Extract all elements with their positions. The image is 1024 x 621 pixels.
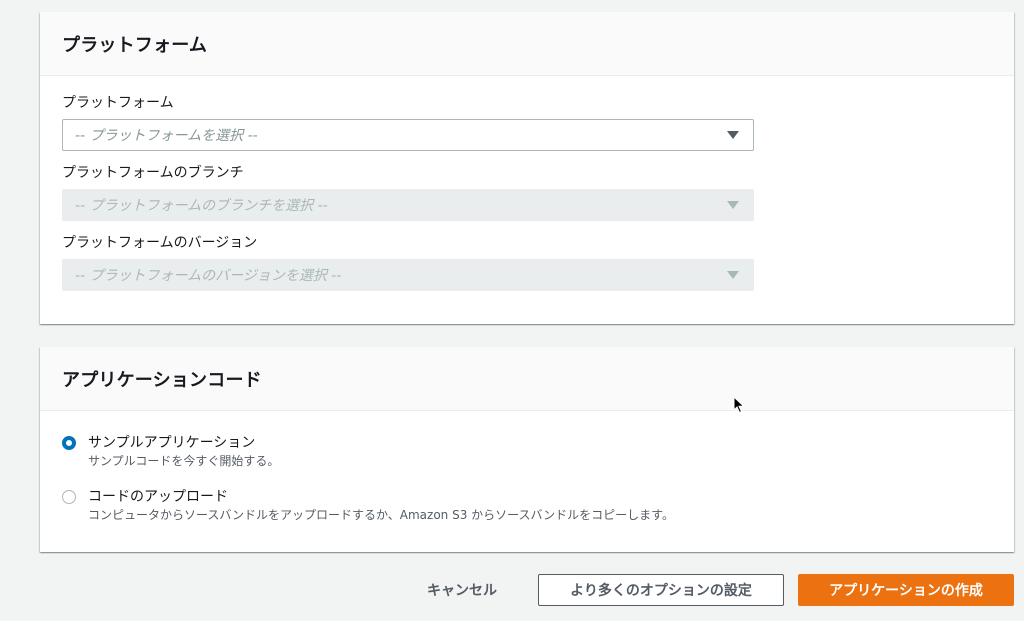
platform-version-select-placeholder: -- プラットフォームのバージョンを選択 -- (75, 268, 342, 284)
radio-option-upload-code[interactable]: コードのアップロード コンピュータからソースバンドルをアップロードするか、Ama… (62, 487, 674, 524)
caret-down-icon (727, 201, 739, 209)
platform-branch-label: プラットフォームのブランチ (62, 165, 244, 181)
platform-version-select: -- プラットフォームのバージョンを選択 -- (62, 259, 754, 291)
platform-select-placeholder: -- プラットフォームを選択 -- (75, 128, 258, 144)
platform-panel-title: プラットフォーム (40, 12, 1014, 76)
create-application-button[interactable]: アプリケーションの作成 (798, 574, 1014, 606)
radio-button-unselected[interactable] (62, 490, 76, 504)
cancel-button[interactable]: キャンセル (406, 574, 518, 606)
application-code-panel: アプリケーションコード サンプルアプリケーション サンプルコードを今すぐ開始する… (40, 347, 1014, 552)
platform-select[interactable]: -- プラットフォームを選択 -- (62, 119, 754, 151)
radio-option-description: コンピュータからソースバンドルをアップロードするか、Amazon S3 からソー… (88, 508, 674, 522)
application-code-panel-title: アプリケーションコード (40, 347, 1014, 411)
platform-branch-select-placeholder: -- プラットフォームのブランチを選択 -- (75, 198, 328, 214)
platform-panel: プラットフォーム プラットフォーム -- プラットフォームを選択 -- プラット… (40, 12, 1014, 324)
radio-option-title: サンプルアプリケーション (88, 435, 256, 451)
caret-down-icon (727, 131, 739, 139)
platform-version-label: プラットフォームのバージョン (62, 235, 258, 251)
configure-more-options-button[interactable]: より多くのオプションの設定 (538, 574, 784, 606)
caret-down-icon (727, 271, 739, 279)
radio-option-title: コードのアップロード (88, 489, 228, 505)
platform-branch-select: -- プラットフォームのブランチを選択 -- (62, 189, 754, 221)
radio-button-selected[interactable] (62, 436, 76, 450)
radio-option-description: サンプルコードを今すぐ開始する。 (88, 454, 280, 468)
platform-label: プラットフォーム (62, 95, 174, 111)
radio-option-sample-application[interactable]: サンプルアプリケーション サンプルコードを今すぐ開始する。 (62, 433, 279, 470)
